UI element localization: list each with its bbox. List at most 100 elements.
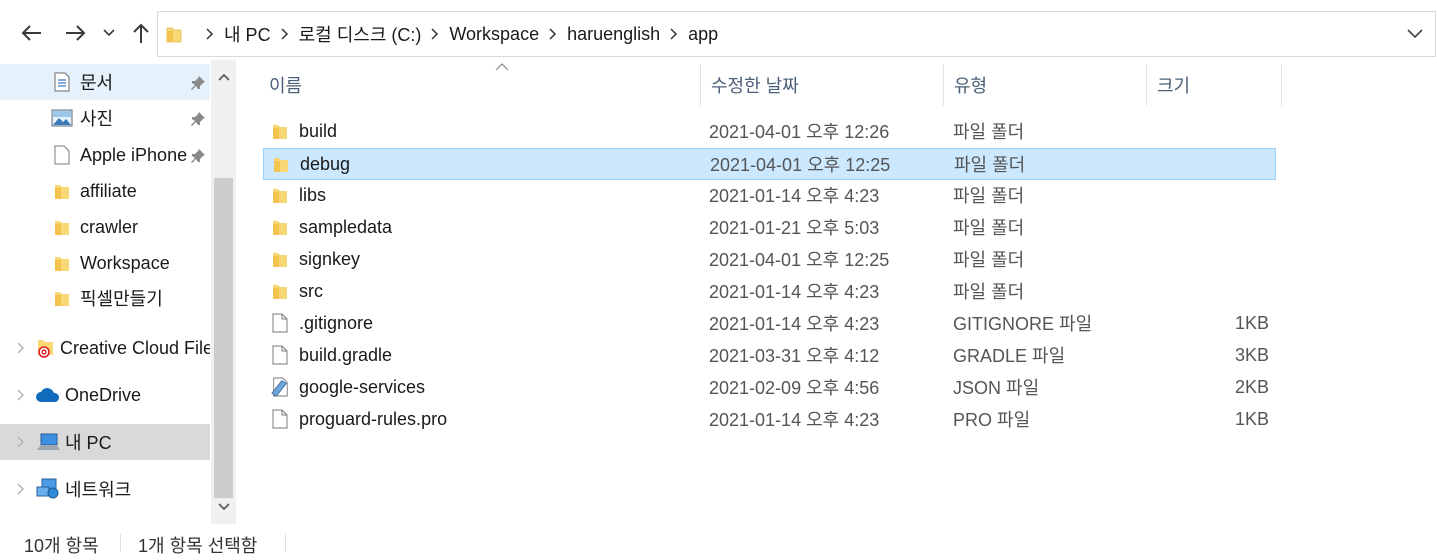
file-row[interactable]: build.gradle 2021-03-31 오후 4:12 GRADLE 파일 3… [263, 340, 1276, 372]
file-name: build [299, 120, 338, 141]
file-name: src [299, 280, 323, 301]
file-type: 파일 폴더 [953, 186, 1025, 206]
status-divider [120, 534, 121, 552]
folder-icon [271, 249, 289, 269]
file-type: 파일 폴더 [953, 250, 1025, 270]
sidebar-item-apple-iphone[interactable]: Apple iPhone [0, 137, 210, 173]
file-name: sampledata [299, 216, 393, 237]
breadcrumb-local-disk[interactable]: 로컬 디스크 (C:) [299, 21, 422, 47]
file-type: GITIGNORE 파일 [953, 314, 1093, 334]
file-date: 2021-04-01 오후 12:25 [710, 155, 891, 175]
breadcrumb-haruenglish[interactable]: haruenglish [567, 24, 660, 45]
file-type: 파일 폴더 [953, 282, 1025, 302]
file-name-cell: libs [271, 180, 326, 210]
back-arrow-icon [21, 25, 41, 41]
sidebar-item-pixel-maker[interactable]: 픽셀만들기 [0, 280, 210, 316]
file-type: JSON 파일 [953, 378, 1040, 398]
breadcrumb-workspace[interactable]: Workspace [449, 24, 539, 45]
sidebar-scrollbar[interactable] [211, 60, 236, 524]
file-name-cell: debug [272, 149, 350, 179]
network-icon [35, 478, 61, 499]
file-date: 2021-01-14 오후 4:23 [709, 314, 880, 334]
status-divider [285, 534, 286, 552]
column-divider[interactable] [1281, 64, 1282, 106]
file-size [1163, 276, 1269, 306]
forward-button[interactable] [61, 18, 91, 48]
file-row[interactable]: build 2021-04-01 오후 12:26 파일 폴더 [263, 116, 1276, 148]
file-icon [271, 313, 289, 333]
file-row[interactable]: src 2021-01-14 오후 4:23 파일 폴더 [263, 276, 1276, 308]
file-row[interactable]: sampledata 2021-01-21 오후 5:03 파일 폴더 [263, 212, 1276, 244]
chevron-right-icon[interactable] [13, 436, 27, 448]
sidebar-item-creative-cloud[interactable]: Creative Cloud Files [0, 330, 210, 366]
chevron-right-icon[interactable] [13, 483, 27, 495]
file-icon [271, 409, 289, 429]
file-name-cell: google-services [271, 372, 425, 402]
scroll-down-button[interactable] [211, 494, 236, 520]
file-name-cell: src [271, 276, 323, 306]
folder-icon [271, 185, 289, 205]
file-size [1163, 116, 1269, 146]
file-type: 파일 폴더 [953, 218, 1025, 238]
file-row[interactable]: .gitignore 2021-01-14 오후 4:23 GITIGNORE 파일… [263, 308, 1276, 340]
file-size: 1KB [1234, 408, 1269, 429]
chevron-right-icon[interactable] [196, 28, 224, 40]
sidebar-item-pictures[interactable]: 사진 [0, 100, 210, 136]
file-name: .gitignore [299, 312, 374, 333]
chevron-down-icon [103, 29, 115, 37]
sidebar-item-crawler[interactable]: crawler [0, 209, 210, 245]
pin-icon[interactable] [190, 148, 206, 164]
sidebar-item-affiliate[interactable]: affiliate [0, 173, 210, 209]
breadcrumb-app[interactable]: app [688, 24, 718, 45]
file-row[interactable]: proguard-rules.pro 2021-01-14 오후 4:23 PRO … [263, 404, 1276, 436]
breadcrumb-this-pc[interactable]: 내 PC [224, 21, 271, 47]
file-date: 2021-01-14 오후 4:23 [709, 410, 880, 430]
back-button[interactable] [16, 18, 46, 48]
folder-icon [51, 181, 73, 201]
chevron-right-icon[interactable] [421, 28, 449, 40]
file-date: 2021-04-01 오후 12:26 [709, 122, 890, 142]
chevron-right-icon[interactable] [539, 28, 567, 40]
chevron-right-icon[interactable] [660, 28, 688, 40]
sidebar-item-documents[interactable]: 문서 [0, 64, 210, 100]
sidebar-item-this-pc[interactable]: 내 PC [0, 424, 210, 460]
sidebar-item-workspace[interactable]: Workspace [0, 245, 210, 281]
chevron-right-icon[interactable] [271, 28, 299, 40]
file-name-cell: sampledata [271, 212, 392, 242]
chevron-down-icon [217, 503, 230, 511]
file-type: PRO 파일 [953, 410, 1031, 430]
file-row[interactable]: libs 2021-01-14 오후 4:23 파일 폴더 [263, 180, 1276, 212]
this-pc-icon [35, 432, 61, 452]
file-type: 파일 폴더 [953, 122, 1025, 142]
file-name: debug [300, 153, 351, 174]
chevron-right-icon[interactable] [13, 389, 27, 401]
column-header-name[interactable]: 이름 [259, 60, 699, 110]
scroll-up-button[interactable] [211, 64, 236, 90]
selection-count: 1개 항목 선택함 [138, 536, 258, 556]
address-bar[interactable]: 내 PC 로컬 디스크 (C:) Workspace haruenglish a… [157, 11, 1436, 57]
column-header-date[interactable]: 수정한 날짜 [701, 60, 943, 110]
pin-icon[interactable] [190, 111, 206, 127]
document-icon [51, 72, 73, 92]
folder-icon [271, 121, 289, 141]
item-count: 10개 항목 [24, 536, 99, 556]
address-history-button[interactable] [1407, 26, 1423, 44]
chevron-right-icon[interactable] [13, 342, 27, 354]
column-header-size[interactable]: 크기 [1147, 60, 1281, 110]
file-size [1163, 180, 1269, 210]
onedrive-icon [35, 385, 61, 405]
forward-arrow-icon [66, 25, 86, 41]
file-explorer-window: 내 PC 로컬 디스크 (C:) Workspace haruenglish a… [0, 0, 1437, 560]
column-header-type[interactable]: 유형 [944, 60, 1146, 110]
file-row[interactable]: debug 2021-04-01 오후 12:25 파일 폴더 [263, 148, 1276, 180]
up-button[interactable] [126, 18, 156, 48]
file-date: 2021-04-01 오후 12:25 [709, 250, 890, 270]
recent-locations-button[interactable] [96, 18, 122, 48]
file-row[interactable]: google-services 2021-02-09 오후 4:56 JSON 파일… [263, 372, 1276, 404]
file-size [1163, 212, 1269, 242]
file-row[interactable]: signkey 2021-04-01 오후 12:25 파일 폴더 [263, 244, 1276, 276]
scroll-thumb[interactable] [214, 178, 233, 498]
pin-icon[interactable] [190, 75, 206, 91]
sidebar-item-network[interactable]: 네트워크 [0, 471, 210, 507]
sidebar-item-onedrive[interactable]: OneDrive [0, 377, 210, 413]
